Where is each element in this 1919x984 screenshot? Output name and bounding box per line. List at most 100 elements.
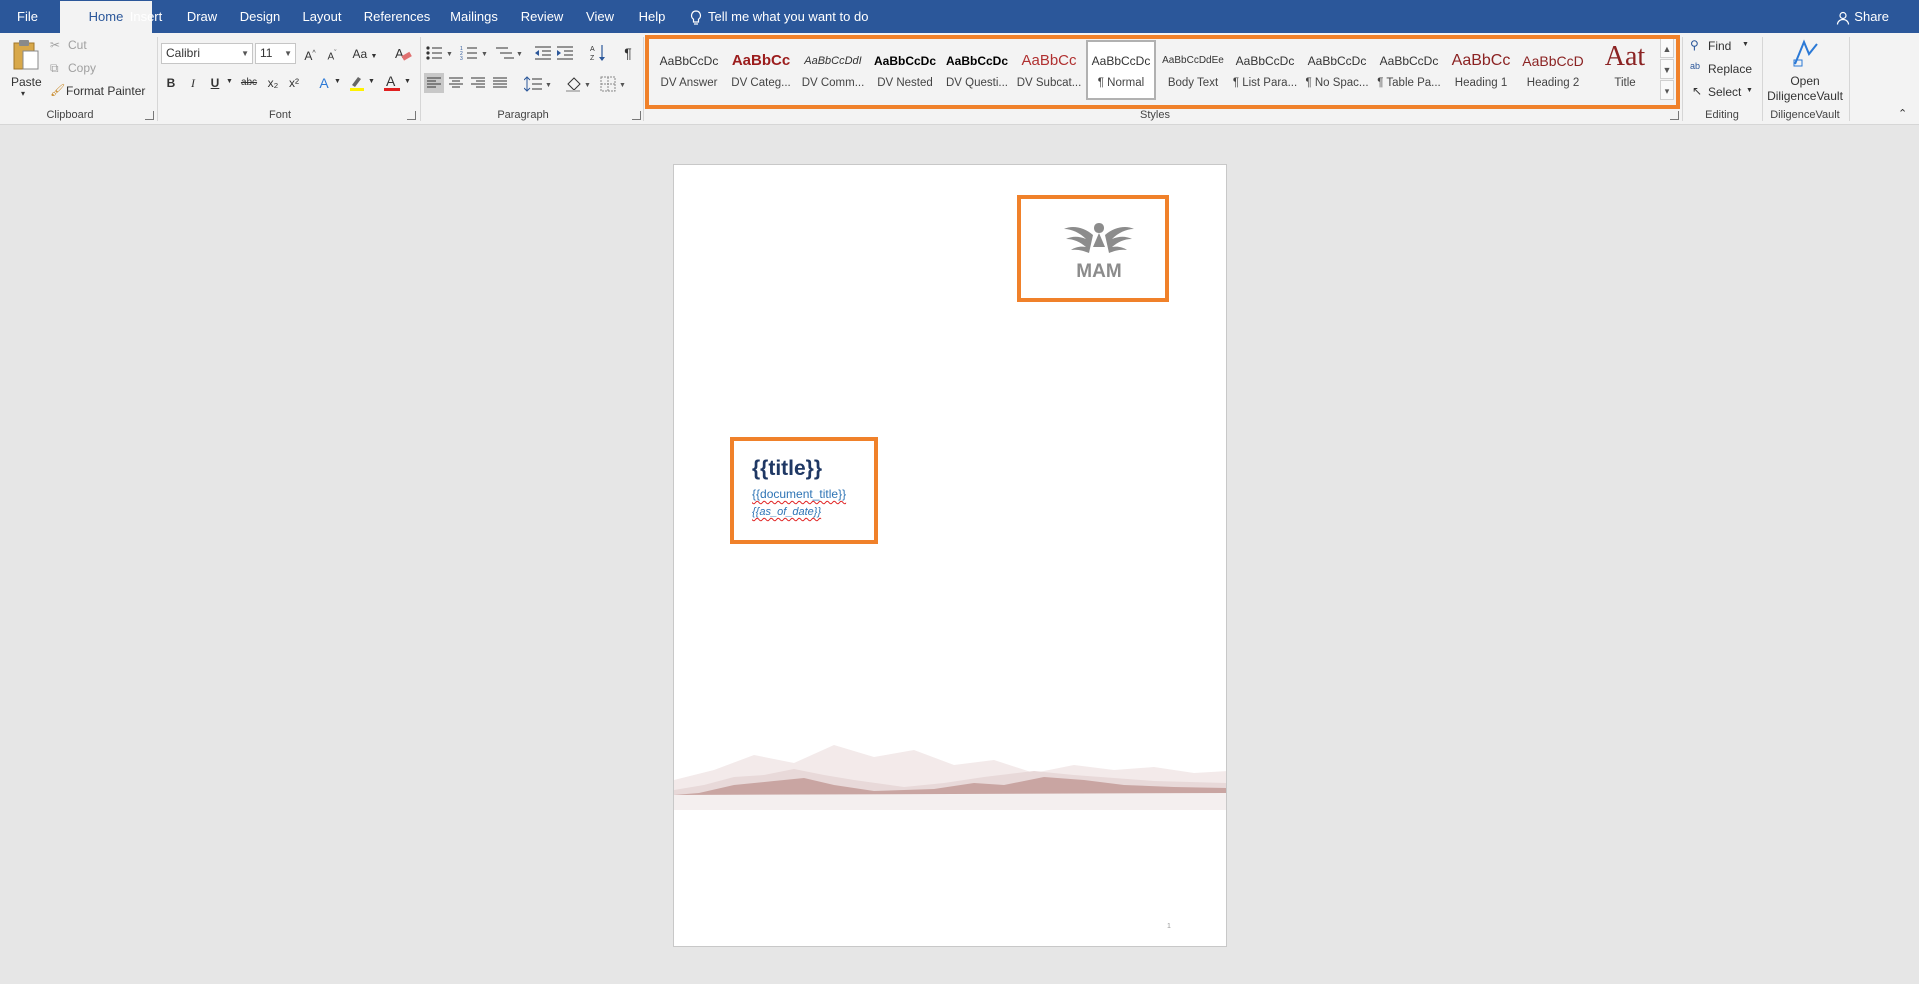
increase-indent-icon[interactable] bbox=[556, 45, 574, 61]
cut-button[interactable]: ✂ Cut bbox=[50, 37, 110, 55]
tab-references[interactable]: References bbox=[360, 0, 434, 33]
highlight-box-styles bbox=[645, 35, 1680, 109]
font-color-icon: A bbox=[386, 73, 396, 89]
align-left-button[interactable] bbox=[424, 73, 444, 93]
decrease-indent-icon[interactable] bbox=[534, 45, 552, 61]
clipboard-launcher-icon[interactable] bbox=[145, 111, 154, 120]
underline-button[interactable]: U bbox=[205, 73, 225, 93]
styles-launcher-icon[interactable] bbox=[1670, 111, 1679, 120]
font-family-select[interactable]: Calibri ▼ bbox=[161, 43, 253, 64]
diligencevault-icon bbox=[1793, 39, 1818, 67]
scissors-icon: ✂ bbox=[50, 38, 61, 52]
chevron-down-icon: ▼ bbox=[1746, 87, 1753, 94]
paragraph-group-label: Paragraph bbox=[497, 109, 549, 121]
sort-icon[interactable]: AZ bbox=[590, 44, 606, 62]
italic-button[interactable]: I bbox=[183, 73, 203, 93]
align-left-icon bbox=[427, 77, 441, 88]
bullets-icon[interactable]: ▼ bbox=[425, 45, 455, 61]
borders-icon[interactable]: ▼ bbox=[600, 76, 628, 92]
select-button[interactable]: ↖ Select ▼ bbox=[1690, 84, 1760, 102]
highlight-button[interactable]: ▼ bbox=[346, 73, 375, 93]
line-spacing-icon[interactable]: ▼ bbox=[524, 76, 552, 92]
divider bbox=[643, 37, 644, 121]
svg-text:▼: ▼ bbox=[481, 51, 488, 58]
subscript-button[interactable]: x₂ bbox=[263, 73, 283, 93]
tab-view[interactable]: View bbox=[578, 0, 622, 33]
show-marks-button[interactable]: ¶ bbox=[618, 43, 638, 63]
text-effects-button[interactable]: A bbox=[314, 73, 334, 93]
find-button[interactable]: ⚲ Find ▼ bbox=[1690, 38, 1760, 56]
justify-icon bbox=[493, 77, 507, 88]
chevron-down-icon: ▼ bbox=[241, 49, 249, 58]
share-label: Share bbox=[1854, 9, 1889, 24]
font-launcher-icon[interactable] bbox=[407, 111, 416, 120]
select-label: Select bbox=[1708, 85, 1742, 99]
divider bbox=[420, 37, 421, 121]
justify-button[interactable] bbox=[490, 73, 510, 93]
tell-me-box[interactable]: Tell me what you want to do bbox=[690, 0, 868, 33]
find-label: Find bbox=[1708, 39, 1732, 53]
svg-text:Z: Z bbox=[590, 55, 595, 62]
font-color-button[interactable]: A ▼ bbox=[382, 73, 411, 93]
open-label: Open bbox=[1790, 74, 1820, 88]
tell-me-label: Tell me what you want to do bbox=[708, 9, 869, 24]
tab-mailings[interactable]: Mailings bbox=[444, 0, 504, 33]
open-diligencevault-button[interactable]: Open DiligenceVault bbox=[1764, 37, 1846, 103]
font-size-value: 11 bbox=[260, 46, 273, 60]
replace-button[interactable]: ab Replace bbox=[1690, 61, 1760, 79]
multilevel-list-icon[interactable]: ▼ bbox=[494, 45, 524, 61]
numbering-icon[interactable]: 123▼ bbox=[460, 45, 490, 61]
change-case-button[interactable]: Aa ▼ bbox=[350, 44, 380, 64]
cut-label: Cut bbox=[68, 38, 87, 52]
strikethrough-button[interactable]: abc bbox=[237, 73, 261, 93]
menu-bar: File Home Insert Draw Design Layout Refe… bbox=[0, 0, 1919, 33]
styles-group-label: Styles bbox=[1140, 109, 1170, 121]
paste-button[interactable]: Paste ▾ bbox=[8, 37, 42, 103]
tab-design[interactable]: Design bbox=[234, 0, 286, 33]
tab-review[interactable]: Review bbox=[514, 0, 570, 33]
divider bbox=[1682, 37, 1683, 121]
svg-text:▼: ▼ bbox=[516, 51, 523, 58]
tab-help[interactable]: Help bbox=[628, 0, 676, 33]
chevron-down-icon: ▾ bbox=[21, 89, 26, 98]
align-center-icon bbox=[449, 77, 463, 88]
font-group-label: Font bbox=[268, 109, 291, 121]
share-button[interactable]: Share bbox=[1836, 0, 1889, 33]
person-icon bbox=[1837, 11, 1850, 25]
chevron-down-icon: ▼ bbox=[404, 78, 411, 85]
highlight-box-logo bbox=[1017, 195, 1169, 302]
chevron-down-icon: ▼ bbox=[1742, 41, 1749, 48]
grow-font-button[interactable]: A^ bbox=[300, 44, 320, 64]
font-color-swatch bbox=[384, 88, 400, 91]
tab-insert[interactable]: Insert bbox=[122, 0, 170, 33]
font-size-select[interactable]: 11 ▼ bbox=[255, 43, 296, 64]
replace-icon: ab bbox=[1690, 61, 1701, 71]
shading-icon[interactable]: ▼ bbox=[565, 76, 593, 92]
chevron-down-icon[interactable]: ▼ bbox=[226, 78, 233, 85]
shrink-font-button[interactable]: Aˇ bbox=[322, 44, 342, 64]
divider bbox=[1849, 37, 1850, 121]
svg-text:A: A bbox=[395, 46, 404, 61]
tab-draw[interactable]: Draw bbox=[180, 0, 224, 33]
change-case-icon: Aa bbox=[352, 47, 368, 61]
chevron-down-icon[interactable]: ▼ bbox=[334, 78, 341, 85]
align-right-button[interactable] bbox=[468, 73, 488, 93]
diligencevault-group-label: DiligenceVault bbox=[1770, 109, 1840, 121]
copy-button[interactable]: ⧉ Copy bbox=[50, 60, 110, 78]
chevron-down-icon: ▼ bbox=[284, 49, 292, 58]
tab-file[interactable]: File bbox=[0, 0, 55, 33]
format-painter-button[interactable]: 🖌 Format Painter bbox=[50, 83, 150, 101]
tab-layout[interactable]: Layout bbox=[296, 0, 348, 33]
align-center-button[interactable] bbox=[446, 73, 466, 93]
paintbrush-icon: 🖌 bbox=[50, 83, 66, 97]
collapse-ribbon-icon[interactable]: ⌃ bbox=[1898, 107, 1907, 120]
divider bbox=[157, 37, 158, 121]
copy-label: Copy bbox=[68, 61, 97, 75]
bold-button[interactable]: B bbox=[161, 73, 181, 93]
paragraph-launcher-icon[interactable] bbox=[632, 111, 641, 120]
superscript-button[interactable]: x² bbox=[284, 73, 304, 93]
page-number: 1 bbox=[1167, 923, 1171, 930]
clear-formatting-icon[interactable]: A bbox=[394, 45, 412, 63]
chevron-down-icon: ▼ bbox=[368, 78, 375, 85]
mountain-footer-graphic bbox=[674, 745, 1226, 810]
